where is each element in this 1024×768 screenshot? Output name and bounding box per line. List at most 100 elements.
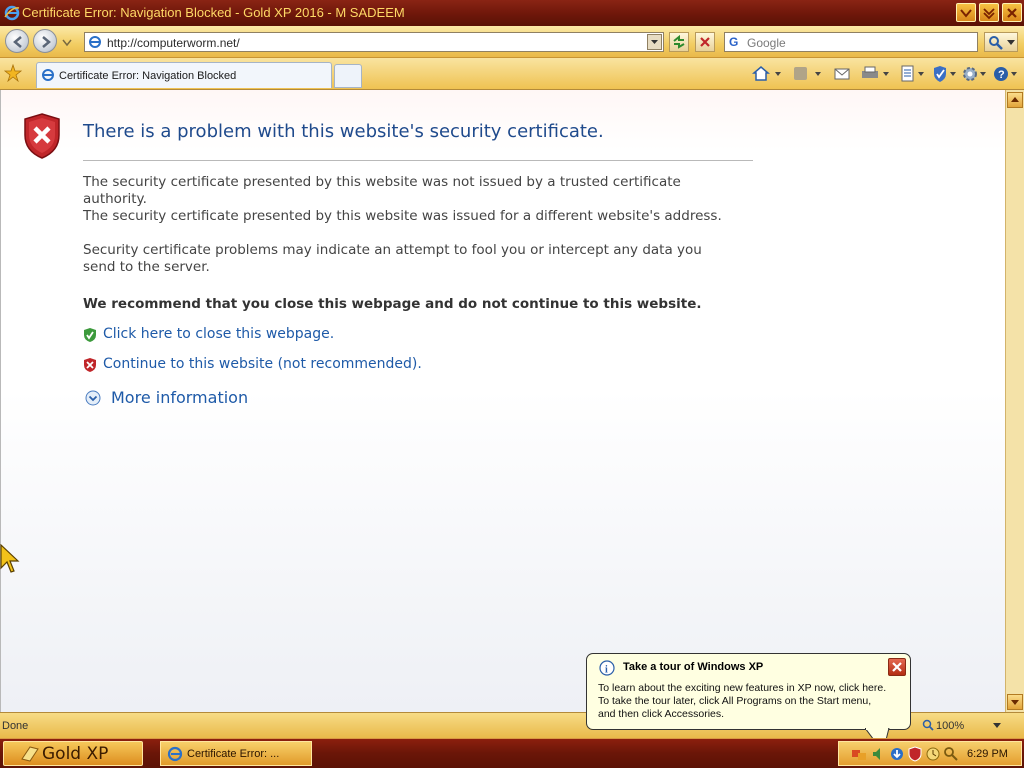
search-placeholder[interactable]: Google	[747, 36, 786, 50]
zoom-level[interactable]: 100%	[936, 720, 964, 732]
update-icon[interactable]	[889, 746, 905, 762]
page-icon	[89, 36, 101, 48]
ie-logo-icon	[167, 746, 183, 762]
feeds-button[interactable]	[792, 64, 822, 84]
error-shield-icon	[24, 113, 60, 159]
chevron-up-icon	[1011, 97, 1019, 102]
maximize-icon	[983, 8, 995, 20]
expand-circle-icon	[85, 390, 101, 406]
tab-bar: Certificate Error: Navigation Blocked ?	[0, 58, 1024, 90]
taskbar: Gold XP Certificate Error: ... 6:29 PM	[0, 738, 1024, 768]
recommendation-text: We recommend that you close this webpage…	[83, 296, 702, 312]
tools-menu-button[interactable]	[961, 64, 991, 84]
balloon-line: To learn about the exciting new features…	[598, 682, 887, 694]
search-tray-icon[interactable]	[943, 746, 959, 762]
tour-notification-balloon[interactable]: i Take a tour of Windows XP To learn abo…	[586, 653, 911, 754]
title-bar[interactable]: Certificate Error: Navigation Blocked - …	[0, 0, 1024, 26]
info-icon: i	[599, 660, 615, 676]
close-icon	[892, 662, 902, 672]
search-box[interactable]: G Google	[724, 32, 978, 52]
security-alert-icon[interactable]	[907, 746, 923, 762]
help-menu-button[interactable]: ?	[992, 64, 1022, 84]
svg-text:i: i	[605, 665, 608, 676]
refresh-icon	[673, 34, 685, 49]
safety-menu-button[interactable]	[931, 64, 961, 84]
more-information-label[interactable]: More information	[111, 388, 248, 407]
printer-icon	[862, 66, 889, 78]
zoom-icon[interactable]	[922, 719, 934, 731]
stop-icon	[700, 37, 710, 47]
safety-shield-icon	[934, 66, 956, 82]
address-dropdown-button[interactable]	[647, 34, 662, 50]
mouse-cursor-icon	[0, 544, 20, 573]
window-title: Certificate Error: Navigation Blocked - …	[22, 5, 405, 20]
divider	[83, 160, 753, 161]
green-shield-icon	[84, 328, 96, 342]
start-button[interactable]: Gold XP	[3, 741, 143, 766]
ie-window: Certificate Error: Navigation Blocked - …	[0, 0, 1024, 738]
url-text[interactable]: http://computerworm.net/	[107, 36, 240, 50]
back-arrow-icon	[13, 36, 22, 48]
refresh-button[interactable]	[669, 32, 689, 52]
stop-button[interactable]	[695, 32, 715, 52]
red-shield-icon	[84, 358, 96, 372]
scroll-up-button[interactable]	[1007, 92, 1023, 108]
read-mail-button[interactable]	[833, 64, 863, 84]
tab-certificate-error[interactable]: Certificate Error: Navigation Blocked	[36, 62, 332, 88]
help-icon: ?	[994, 67, 1017, 81]
print-button[interactable]	[860, 64, 890, 84]
gear-icon	[963, 67, 986, 81]
zoom-dropdown-icon[interactable]	[993, 723, 1001, 729]
minimize-icon	[960, 9, 972, 18]
certificate-mismatch-text: The security certificate presented by th…	[83, 208, 722, 224]
magnifier-icon	[989, 36, 1003, 50]
continue-link-text[interactable]: Continue to this website (not recommende…	[103, 356, 422, 372]
vertical-scrollbar[interactable]	[1005, 90, 1024, 712]
tab-title: Certificate Error: Navigation Blocked	[59, 70, 237, 82]
home-icon	[752, 66, 781, 81]
clock[interactable]: 6:29 PM	[967, 748, 1008, 760]
minimize-button[interactable]	[956, 3, 976, 22]
warning-text: Security certificate problems may indica…	[83, 242, 702, 275]
svg-text:?: ?	[998, 69, 1005, 81]
chevron-down-icon	[1007, 40, 1015, 45]
system-tray: 6:29 PM	[838, 741, 1022, 766]
start-logo-icon	[21, 746, 39, 762]
page-icon	[901, 65, 924, 82]
favorites-star-icon[interactable]	[4, 64, 22, 82]
new-tab-button[interactable]	[334, 64, 362, 88]
close-page-link-text[interactable]: Click here to close this webpage.	[103, 326, 334, 342]
address-bar[interactable]: http://computerworm.net/	[84, 32, 664, 52]
page-content: There is a problem with this website's s…	[0, 90, 1005, 712]
balloon-title: Take a tour of Windows XP	[623, 661, 764, 673]
forward-arrow-icon	[42, 36, 51, 48]
scroll-down-button[interactable]	[1007, 694, 1023, 710]
search-button[interactable]	[984, 32, 1018, 52]
clock-tray-icon[interactable]	[925, 746, 941, 762]
balloon-close-button[interactable]	[888, 658, 906, 676]
start-label: Gold XP	[42, 744, 109, 764]
forward-button[interactable]	[33, 29, 57, 53]
page-menu-button[interactable]	[899, 64, 929, 84]
balloon-message[interactable]: To learn about the exciting new features…	[598, 682, 908, 721]
close-window-button[interactable]	[1002, 3, 1022, 22]
ie-page-icon	[42, 69, 54, 81]
taskbar-item-ie[interactable]: Certificate Error: ...	[160, 741, 312, 766]
google-icon: G	[729, 35, 739, 49]
chevron-down-icon	[651, 40, 658, 44]
ie-logo-icon	[4, 5, 20, 21]
network-icon[interactable]	[851, 746, 867, 762]
mail-icon	[834, 68, 850, 80]
balloon-line: To take the tour later, click All Progra…	[598, 695, 872, 707]
home-button[interactable]	[752, 64, 782, 84]
taskbar-item-label: Certificate Error: ...	[187, 748, 280, 760]
back-button[interactable]	[5, 29, 29, 53]
maximize-button[interactable]	[979, 3, 999, 22]
balloon-line: and then click Accessories.	[598, 708, 725, 720]
history-dropdown-icon[interactable]	[62, 39, 72, 47]
rss-feed-icon	[794, 67, 821, 80]
page-title: There is a problem with this website's s…	[83, 121, 604, 142]
navigation-bar: http://computerworm.net/ G Google	[0, 26, 1024, 58]
volume-icon[interactable]	[871, 746, 887, 762]
close-icon	[1007, 8, 1017, 18]
